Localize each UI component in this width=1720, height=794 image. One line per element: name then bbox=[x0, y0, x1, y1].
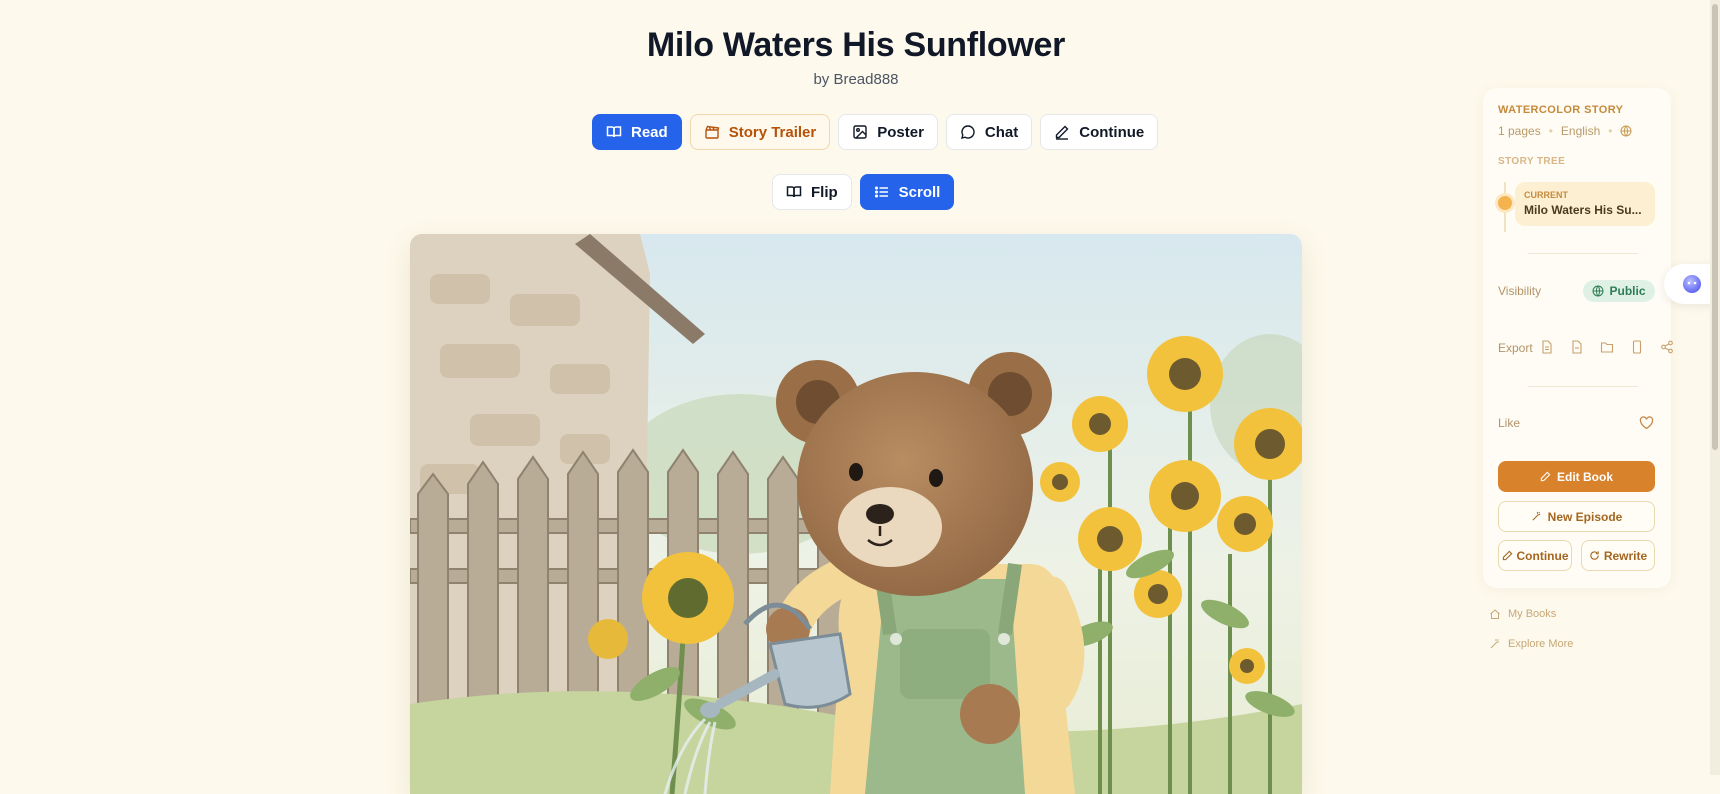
rewrite-button[interactable]: Rewrite bbox=[1581, 540, 1655, 571]
poster-label: Poster bbox=[877, 123, 924, 141]
explore-more-label: Explore More bbox=[1508, 638, 1574, 650]
action-toolbar: Read Story Trailer Poster Chat Continue bbox=[592, 114, 1159, 150]
edit-book-label: Edit Book bbox=[1557, 469, 1613, 484]
continue-story-label: Continue bbox=[1516, 548, 1569, 563]
new-episode-button[interactable]: New Episode bbox=[1498, 501, 1655, 532]
explore-more-link[interactable]: Explore More bbox=[1489, 638, 1573, 650]
continue-label: Continue bbox=[1079, 123, 1145, 141]
continue-story-button[interactable]: Continue bbox=[1498, 540, 1572, 571]
poster-button[interactable]: Poster bbox=[838, 114, 938, 150]
mobile-export-icon[interactable] bbox=[1630, 340, 1644, 354]
story-trailer-label: Story Trailer bbox=[728, 123, 817, 141]
export-options bbox=[1540, 340, 1674, 354]
story-trailer-button[interactable]: Story Trailer bbox=[689, 114, 831, 150]
pdf-export-icon[interactable] bbox=[1570, 340, 1584, 354]
story-illustration bbox=[410, 234, 1302, 794]
current-label: CURRENT bbox=[1524, 190, 1568, 200]
document-export-icon[interactable] bbox=[1540, 340, 1554, 354]
book-open-icon bbox=[606, 126, 622, 138]
globe-icon bbox=[1592, 285, 1604, 297]
edit-book-button[interactable]: Edit Book bbox=[1498, 461, 1655, 492]
image-icon bbox=[853, 125, 867, 139]
pencil-icon bbox=[1540, 471, 1551, 482]
heart-icon[interactable] bbox=[1639, 416, 1654, 430]
tree-node-dot bbox=[1498, 196, 1512, 210]
meta-dot: • bbox=[1548, 124, 1553, 138]
assistant-orb-icon bbox=[1683, 275, 1701, 293]
refresh-icon bbox=[1590, 551, 1599, 560]
new-episode-label: New Episode bbox=[1547, 509, 1623, 524]
scroll-label: Scroll bbox=[898, 183, 941, 201]
chat-label: Chat bbox=[984, 123, 1019, 141]
story-tree-label: STORY TREE bbox=[1498, 156, 1566, 167]
flip-button[interactable]: Flip bbox=[772, 174, 852, 210]
meta-dot: • bbox=[1608, 124, 1613, 138]
book-author: by Bread888 bbox=[813, 71, 899, 88]
visibility-value: Public bbox=[1609, 284, 1646, 298]
story-type-label: WATERCOLOR STORY bbox=[1498, 104, 1624, 116]
like-label: Like bbox=[1498, 416, 1521, 430]
home-icon bbox=[1490, 609, 1500, 619]
my-books-label: My Books bbox=[1508, 608, 1557, 620]
chat-button[interactable]: Chat bbox=[945, 114, 1033, 150]
visibility-toggle[interactable]: Public bbox=[1583, 280, 1655, 302]
list-icon bbox=[874, 186, 888, 198]
tree-current-card[interactable]: CURRENT Milo Waters His Su... bbox=[1515, 182, 1655, 226]
bear-watering-sunflower-illustration bbox=[410, 234, 1302, 794]
scroll-button[interactable]: Scroll bbox=[859, 174, 955, 210]
story-sidebar: WATERCOLOR STORY 1 pages • English • STO… bbox=[1483, 88, 1674, 588]
flip-label: Flip bbox=[811, 183, 838, 201]
folder-export-icon[interactable] bbox=[1600, 340, 1614, 354]
page-count: 1 pages bbox=[1498, 124, 1541, 138]
read-button[interactable]: Read bbox=[592, 114, 682, 150]
story-meta: 1 pages • English • bbox=[1498, 124, 1632, 138]
visibility-label: Visibility bbox=[1498, 284, 1542, 298]
pencil-icon bbox=[1056, 125, 1069, 140]
book-open-icon bbox=[786, 186, 802, 198]
my-books-link[interactable]: My Books bbox=[1489, 608, 1556, 620]
globe-icon bbox=[1620, 125, 1632, 137]
clapperboard-icon bbox=[704, 125, 720, 139]
divider bbox=[1528, 253, 1638, 254]
sparkle-icon bbox=[1490, 639, 1499, 649]
divider bbox=[1528, 386, 1638, 387]
page-scrollbar-thumb[interactable] bbox=[1712, 4, 1718, 450]
read-label: Read bbox=[631, 123, 668, 141]
rewrite-label: Rewrite bbox=[1603, 548, 1648, 563]
sparkle-icon bbox=[1532, 511, 1540, 521]
book-title: Milo Waters His Sunflower bbox=[646, 26, 1066, 64]
current-story-title: Milo Waters His Su... bbox=[1524, 203, 1642, 217]
continue-button[interactable]: Continue bbox=[1040, 114, 1159, 150]
share-icon[interactable] bbox=[1660, 340, 1674, 354]
chat-bubble-icon bbox=[960, 125, 975, 139]
pencil-icon bbox=[1502, 550, 1512, 561]
language: English bbox=[1560, 124, 1601, 138]
view-mode-toggle: Flip Scroll bbox=[772, 174, 955, 210]
export-label: Export bbox=[1498, 341, 1533, 355]
